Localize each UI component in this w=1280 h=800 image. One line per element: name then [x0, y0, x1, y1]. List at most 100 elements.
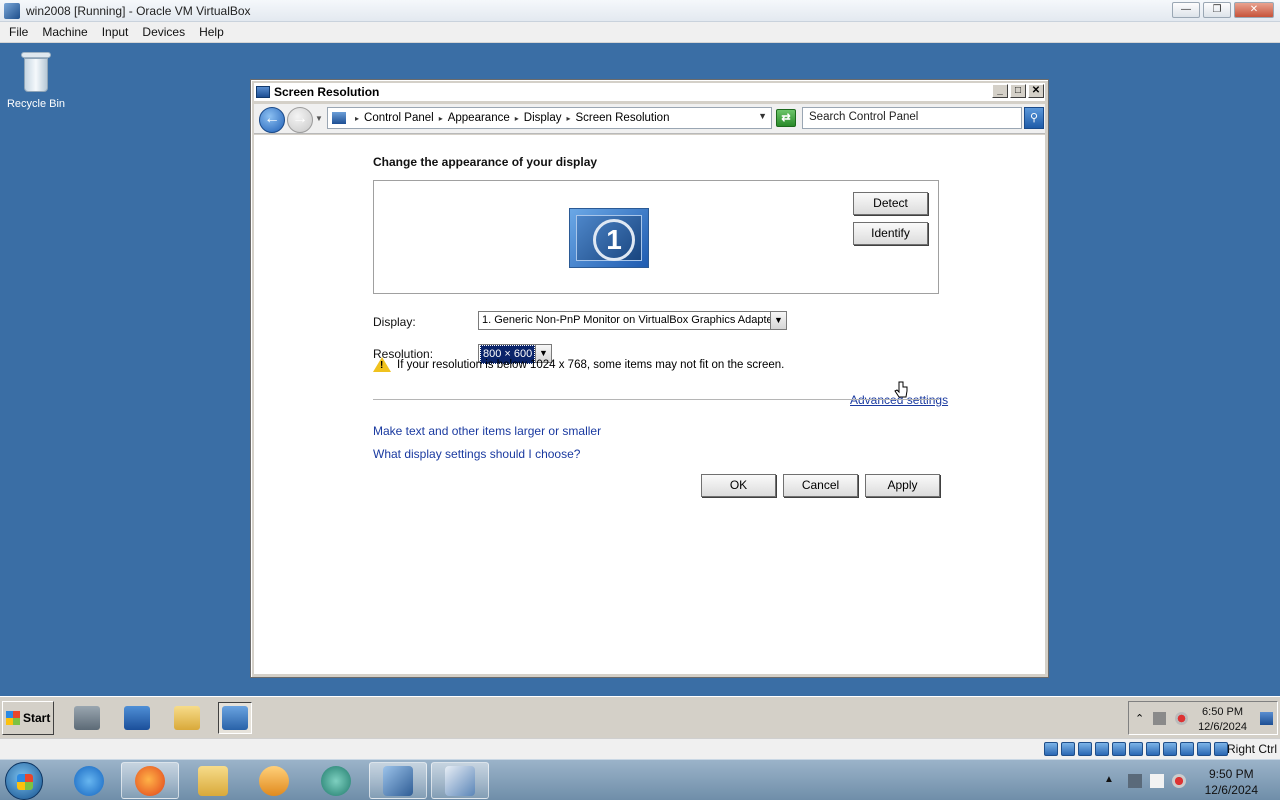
- host-title-bar: win2008 [Running] - Oracle VM VirtualBox…: [0, 0, 1280, 22]
- start-button[interactable]: Start: [2, 701, 54, 735]
- windows-flag-icon: [6, 711, 20, 725]
- screen-resolution-window: Screen Resolution _ □ ✕ ← → ▼ ▸ Control …: [250, 79, 1049, 678]
- app-icon[interactable]: [307, 762, 365, 799]
- window-minimize-button[interactable]: _: [992, 84, 1008, 98]
- menu-view[interactable]: Input: [95, 25, 136, 39]
- display-status-icon[interactable]: [1146, 742, 1160, 756]
- display-settings-taskbar-icon[interactable]: [218, 702, 252, 734]
- chevron-down-icon[interactable]: ▼: [770, 312, 786, 329]
- mouse-integration-icon[interactable]: [1197, 742, 1211, 756]
- shared-folders-icon[interactable]: [1129, 742, 1143, 756]
- hand-cursor-icon: [894, 381, 908, 398]
- show-hidden-icons-icon[interactable]: ▲: [1104, 774, 1118, 788]
- network-adapter-icon[interactable]: [1095, 742, 1109, 756]
- resolution-warning: ! If your resolution is below 1024 x 768…: [373, 357, 784, 372]
- guest-desktop: Recycle Bin Screen Resolution _ □ ✕ ← → …: [0, 43, 1280, 758]
- breadcrumb-control-panel[interactable]: Control Panel: [364, 112, 434, 124]
- page-heading: Change the appearance of your display: [373, 155, 598, 169]
- host-start-orb[interactable]: [5, 762, 43, 800]
- breadcrumb-display[interactable]: Display: [524, 112, 562, 124]
- media-player-icon[interactable]: [245, 762, 303, 799]
- close-button[interactable]: ✕: [1234, 2, 1274, 18]
- keyboard-icon[interactable]: [1214, 742, 1228, 756]
- menu-machine[interactable]: Machine: [35, 25, 94, 39]
- file-explorer-icon[interactable]: [184, 762, 242, 799]
- host-system-tray: ▲ 9:50 PM 12/6/2024: [1092, 763, 1272, 799]
- server-manager-icon[interactable]: [70, 702, 104, 734]
- action-center-flag-icon[interactable]: [1150, 774, 1164, 788]
- hard-disk-icon[interactable]: [1044, 742, 1058, 756]
- usb-icon[interactable]: [1112, 742, 1126, 756]
- warning-icon: !: [373, 357, 391, 372]
- apply-button[interactable]: Apply: [865, 474, 940, 497]
- internet-explorer-icon[interactable]: [60, 762, 118, 799]
- recycle-bin-label: Recycle Bin: [6, 98, 66, 110]
- guest-taskbar: Start ⌃ 6:50 PM 12/6/2024: [0, 696, 1280, 738]
- virtualbox-manager-icon[interactable]: [369, 762, 427, 799]
- audio-icon[interactable]: [1078, 742, 1092, 756]
- display-help-link[interactable]: What display settings should I choose?: [373, 447, 580, 461]
- host-clock[interactable]: 9:50 PM 12/6/2024: [1205, 766, 1258, 798]
- volume-muted-icon[interactable]: [1172, 774, 1186, 788]
- display-select[interactable]: 1. Generic Non-PnP Monitor on VirtualBox…: [478, 311, 787, 330]
- address-dropdown-icon[interactable]: ▼: [758, 111, 767, 121]
- address-bar[interactable]: ▸ Control Panel ▸ Appearance ▸ Display ▸…: [327, 107, 772, 129]
- host-clock-time: 9:50 PM: [1208, 767, 1254, 781]
- menu-input[interactable]: Devices: [135, 25, 192, 39]
- forward-button[interactable]: →: [287, 107, 313, 133]
- content-area: Change the appearance of your display 1 …: [254, 135, 1045, 674]
- warning-text: If your resolution is below 1024 x 768, …: [397, 358, 785, 371]
- maximize-button[interactable]: ❐: [1203, 2, 1231, 18]
- detect-button[interactable]: Detect: [853, 192, 928, 215]
- network-icon[interactable]: [1128, 774, 1142, 788]
- host-menu-bar: File Machine Input Devices Help: [0, 22, 1280, 43]
- host-window-controls: — ❐ ✕: [1172, 2, 1274, 18]
- search-input[interactable]: Search Control Panel: [802, 107, 1022, 129]
- refresh-button[interactable]: ⇄: [776, 109, 796, 127]
- ok-button[interactable]: OK: [701, 474, 776, 497]
- monitor-number: 1: [593, 219, 635, 261]
- divider: [373, 399, 939, 400]
- folder-icon[interactable]: [170, 702, 204, 734]
- search-icon[interactable]: ⚲: [1024, 107, 1044, 129]
- host-taskbar: ▲ 9:50 PM 12/6/2024: [0, 759, 1280, 800]
- show-desktop-icon[interactable]: [1260, 712, 1273, 725]
- menu-devices[interactable]: Help: [192, 25, 231, 39]
- display-select-value: 1. Generic Non-PnP Monitor on VirtualBox…: [482, 314, 777, 326]
- cancel-button[interactable]: Cancel: [783, 474, 858, 497]
- recording-icon[interactable]: [1163, 742, 1177, 756]
- identify-button[interactable]: Identify: [853, 222, 928, 245]
- window-title-bar: Screen Resolution _ □ ✕: [254, 83, 1045, 101]
- guest-clock-date: 12/6/2024: [1198, 721, 1247, 733]
- virtualization-icon[interactable]: [1180, 742, 1194, 756]
- powershell-icon[interactable]: [120, 702, 154, 734]
- guest-clock[interactable]: 6:50 PM 12/6/2024: [1198, 705, 1247, 735]
- text-size-link[interactable]: Make text and other items larger or smal…: [373, 424, 601, 438]
- menu-file[interactable]: File: [2, 25, 35, 39]
- minimize-button[interactable]: —: [1172, 2, 1200, 18]
- display-preview: 1 Detect Identify: [373, 180, 939, 294]
- virtualbox-icon: [4, 2, 20, 19]
- recycle-bin-shortcut[interactable]: Recycle Bin: [4, 50, 68, 110]
- back-button[interactable]: ←: [259, 107, 285, 133]
- firefox-icon[interactable]: [121, 762, 179, 799]
- optical-drive-icon[interactable]: [1061, 742, 1075, 756]
- display-label: Display:: [373, 315, 416, 329]
- host-clock-date: 12/6/2024: [1204, 783, 1258, 797]
- network-icon[interactable]: [1153, 712, 1166, 725]
- volume-muted-icon[interactable]: [1175, 712, 1188, 725]
- monitor-icon[interactable]: 1: [569, 208, 649, 268]
- display-icon: [256, 86, 270, 98]
- windows-logo-icon: [17, 774, 33, 790]
- status-icons: [1044, 742, 1228, 756]
- win2008-vm-icon[interactable]: [431, 762, 489, 799]
- window-maximize-button[interactable]: □: [1010, 84, 1026, 98]
- breadcrumb-appearance[interactable]: Appearance: [448, 112, 510, 124]
- host-window-title: win2008 [Running] - Oracle VM VirtualBox: [26, 3, 251, 18]
- breadcrumb: ▸ Control Panel ▸ Appearance ▸ Display ▸…: [355, 112, 670, 124]
- show-hidden-icons-icon[interactable]: ⌃: [1135, 712, 1148, 725]
- guest-clock-time: 6:50 PM: [1202, 706, 1244, 718]
- breadcrumb-screen-resolution[interactable]: Screen Resolution: [576, 112, 670, 124]
- window-close-button[interactable]: ✕: [1028, 84, 1044, 98]
- history-dropdown-icon[interactable]: ▼: [315, 114, 323, 123]
